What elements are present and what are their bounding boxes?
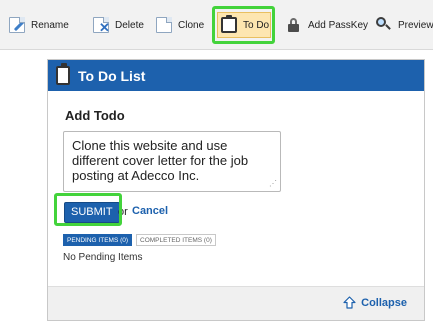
- clone-label: Clone: [178, 19, 205, 31]
- submit-button[interactable]: SUBMIT: [64, 202, 120, 223]
- delete-button[interactable]: ✕ Delete: [90, 12, 147, 38]
- rename-label: Rename: [31, 19, 69, 31]
- empty-message: No Pending Items: [63, 252, 143, 263]
- panel-header: To Do List: [48, 60, 424, 91]
- collapse-button[interactable]: Collapse: [343, 296, 407, 309]
- or-text: or: [118, 206, 128, 218]
- collapse-up-arrow-icon: [343, 296, 356, 309]
- rename-button[interactable]: Rename: [6, 12, 72, 38]
- todo-input[interactable]: Clone this website and use different cov…: [63, 131, 281, 192]
- add-todo-title: Add Todo: [65, 108, 125, 123]
- preview-label: Preview: [398, 19, 433, 31]
- todo-label: To Do: [243, 19, 270, 31]
- collapse-label: Collapse: [361, 296, 407, 309]
- magnifier-icon: [376, 17, 392, 33]
- preview-button[interactable]: Preview: [373, 12, 433, 38]
- todo-button[interactable]: To Do: [217, 12, 271, 38]
- clone-icon: [156, 17, 172, 33]
- toolbar: Rename ✕ Delete Clone To Do Add PassKey …: [0, 0, 433, 50]
- todo-panel: To Do List Add Todo Clone this website a…: [47, 59, 425, 321]
- clone-button[interactable]: Clone: [153, 12, 207, 38]
- cancel-link[interactable]: Cancel: [132, 205, 168, 217]
- delete-icon: ✕: [93, 17, 110, 34]
- tab-completed-items[interactable]: COMPLETED ITEMS (0): [136, 234, 216, 246]
- tab-pending-items[interactable]: PENDING ITEMS (0): [63, 234, 133, 246]
- lock-icon: [286, 17, 302, 33]
- add-passkey-button[interactable]: Add PassKey: [283, 12, 371, 38]
- rename-icon: [9, 17, 26, 33]
- delete-label: Delete: [115, 19, 144, 31]
- panel-title: To Do List: [78, 67, 146, 84]
- add-passkey-label: Add PassKey: [308, 19, 369, 31]
- panel-footer: Collapse: [48, 286, 424, 320]
- clipboard-icon: [221, 15, 237, 33]
- resize-grip-icon[interactable]: ⋰: [269, 180, 278, 189]
- clipboard-icon: [56, 63, 70, 85]
